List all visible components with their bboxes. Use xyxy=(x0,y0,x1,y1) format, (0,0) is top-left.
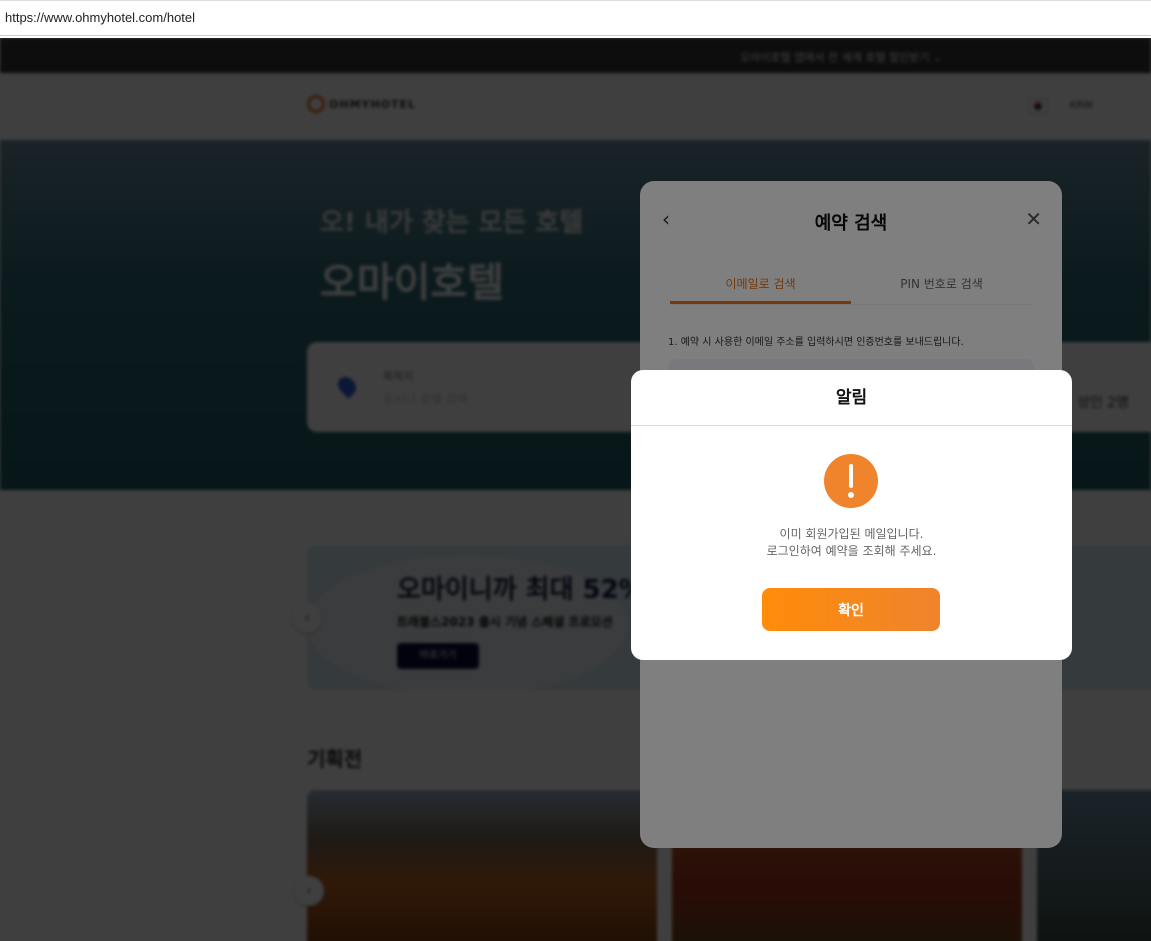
page: 오마이호텔 앱에서 전 세계 호텔 할인받기 ⌄ OHMYHOTEL KRW 오… xyxy=(0,38,1151,941)
alert-dialog: 알림 이미 회원가입된 메일입니다. 로그인하여 예약을 조회해 주세요. 확인 xyxy=(631,370,1072,660)
alert-line-1: 이미 회원가입된 메일입니다. xyxy=(779,527,924,541)
alert-title: 알림 xyxy=(631,370,1072,426)
url-text[interactable]: https://www.ohmyhotel.com/hotel xyxy=(5,10,195,25)
alert-line-2: 로그인하여 예약을 조회해 주세요. xyxy=(766,544,937,558)
confirm-button[interactable]: 확인 xyxy=(762,588,940,631)
address-bar[interactable]: https://www.ohmyhotel.com/hotel xyxy=(0,0,1151,36)
exclamation-icon xyxy=(824,454,878,508)
alert-message: 이미 회원가입된 메일입니다. 로그인하여 예약을 조회해 주세요. xyxy=(631,526,1072,560)
